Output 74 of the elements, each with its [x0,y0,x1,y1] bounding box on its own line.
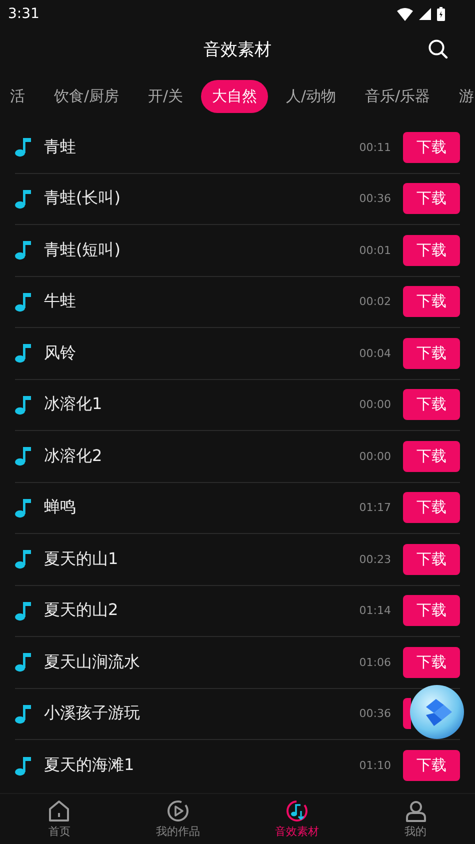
sound-name: 小溪孩子游玩 [44,703,141,724]
nav-tab[interactable]: 音效素材 [238,794,356,844]
sound-name: 青蛙(长叫) [44,188,122,210]
music-note-icon [15,292,32,312]
sound-name: 青蛙(短叫) [44,240,122,261]
sound-duration: 00:36 [359,707,391,720]
sound-duration: 00:01 [359,244,391,257]
sound-duration: 00:00 [359,398,391,412]
category-tab[interactable]: 音乐/乐器 [354,80,442,112]
sound-duration: 01:10 [359,759,391,772]
sound-duration: 01:06 [359,656,391,669]
nav-tab[interactable]: 我的作品 [118,794,238,844]
signal-icon [419,8,431,20]
music-note-icon [15,446,32,466]
category-tab[interactable]: 活 [10,80,36,112]
sound-name: 牛蛙 [44,291,77,312]
download-button[interactable]: 下载 [403,440,460,472]
sound-duration: 00:36 [359,192,391,206]
music-note-icon [15,498,32,518]
music-note-icon [15,652,32,672]
download-button[interactable]: 下载 [403,544,460,575]
download-button[interactable]: 下载 [403,132,460,163]
floating-ball-icon[interactable] [410,685,464,739]
sound-name: 冰溶化2 [44,446,104,467]
download-button[interactable]: 下载 [403,389,460,420]
sound-name: 蝉鸣 [44,497,77,518]
play-circle-icon [167,800,190,822]
sound-name: 夏天的海滩1 [44,755,136,776]
sound-name: 夏天的山1 [44,548,120,570]
category-tab[interactable]: 开/关 [136,80,194,112]
battery-icon [437,7,445,21]
sound-duration: 01:17 [359,501,391,514]
download-button[interactable]: 下载 [403,338,460,369]
category-tab[interactable]: 人/动物 [274,80,347,112]
category-tab[interactable]: 大自然 [200,80,268,112]
sound-name: 冰溶化1 [44,394,104,416]
download-button[interactable]: 下载 [403,750,460,782]
music-note-icon [15,394,32,415]
music-note-icon [15,137,32,158]
user-icon [404,800,427,822]
download-button[interactable]: 下载 [403,595,460,626]
download-button[interactable]: 下载 [403,646,460,678]
music-note-icon [15,240,32,260]
music-download-icon [286,800,308,822]
sound-duration: 01:14 [359,604,391,618]
category-tab[interactable]: 游 [448,80,474,112]
nav-tab[interactable]: 我的 [356,794,475,844]
search-icon[interactable] [428,39,448,59]
music-note-icon [15,188,32,209]
music-note-icon [15,343,32,364]
download-button[interactable]: 下载 [403,234,460,266]
sound-name: 夏天山涧流水 [44,652,141,673]
music-note-icon [15,756,32,776]
sound-name: 风铃 [44,342,77,364]
sound-duration: 00:04 [359,346,391,360]
music-note-icon [15,549,32,570]
sound-duration: 00:02 [359,295,391,308]
status-time: 3:31 [8,6,40,22]
music-note-icon [15,704,32,724]
category-tab[interactable]: 饮食/厨房 [42,80,130,112]
download-button[interactable]: 下载 [403,183,460,214]
home-icon [48,800,70,822]
sound-duration: 00:00 [359,450,391,463]
sound-name: 青蛙 [44,136,77,158]
wifi-icon [397,8,413,20]
download-button[interactable]: 下载 [403,286,460,318]
download-button[interactable] [403,698,411,730]
download-button[interactable]: 下载 [403,492,460,524]
page-title: 音效素材 [204,38,272,60]
nav-tab[interactable]: 首页 [0,794,119,844]
sound-duration: 00:23 [359,552,391,566]
sound-duration: 00:11 [359,140,391,154]
sound-name: 夏天的山2 [44,600,120,622]
music-note-icon [15,600,32,621]
